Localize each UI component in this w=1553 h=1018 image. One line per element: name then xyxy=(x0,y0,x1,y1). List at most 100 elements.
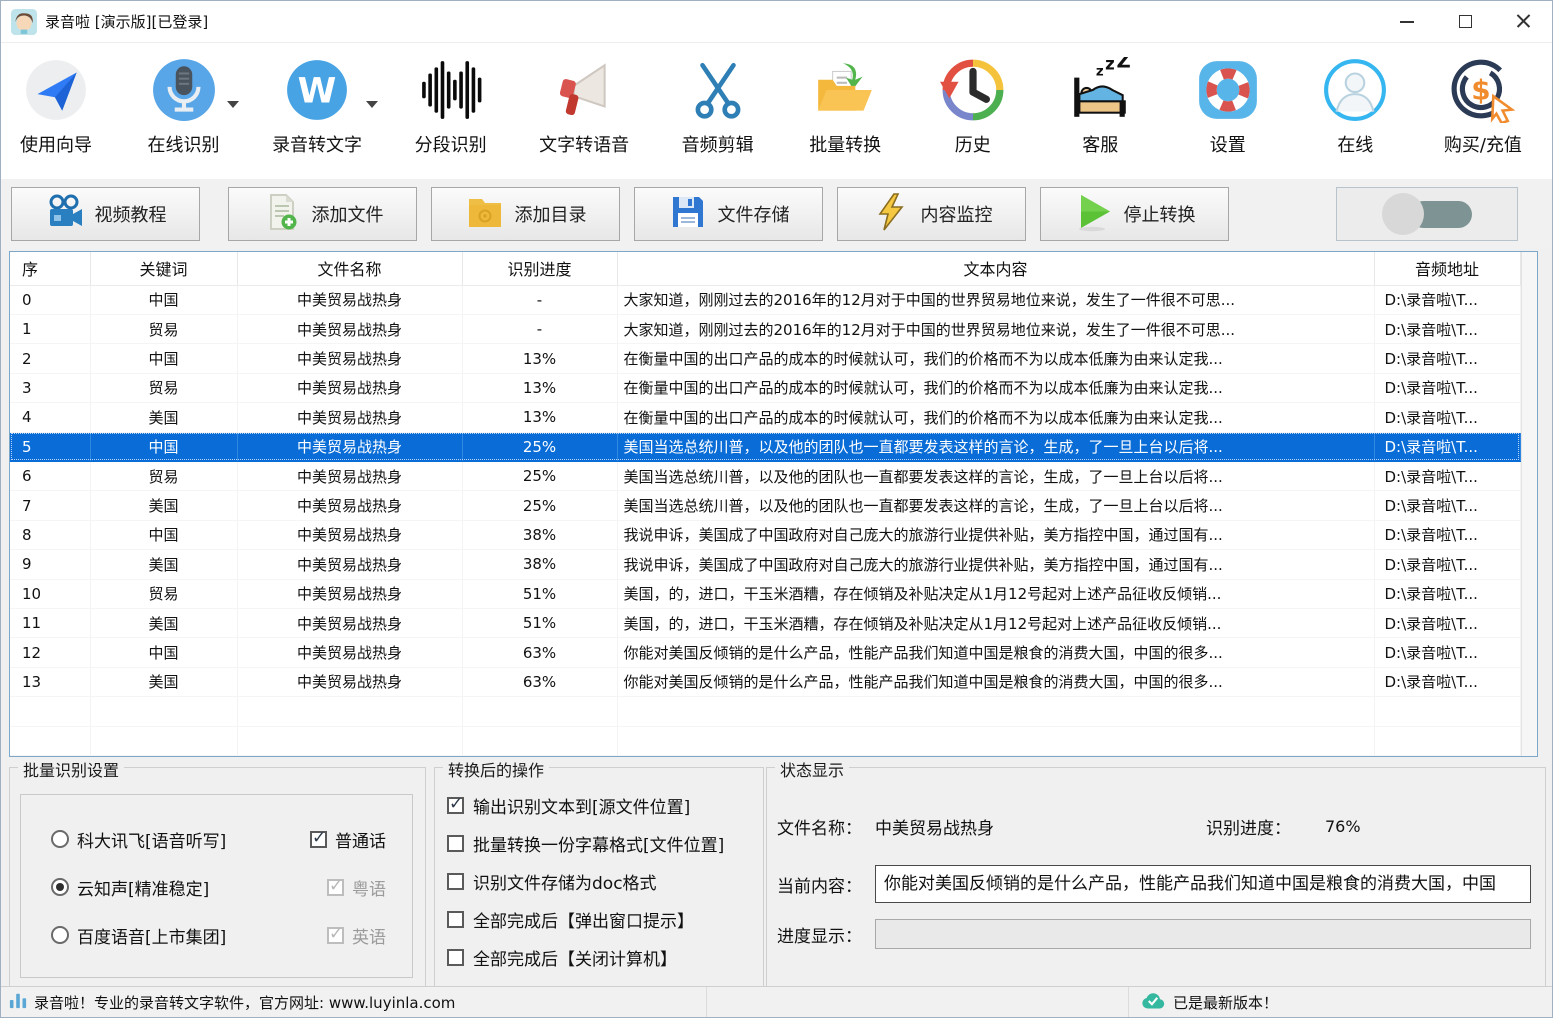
language-checkbox-2: 英语 xyxy=(327,923,386,948)
w-badge-icon: W xyxy=(284,49,350,131)
table-row-empty xyxy=(10,696,1521,727)
table-row[interactable]: 9 美国 中美贸易战热身 38% 我说申诉，美国成了中国政府对自己庞大的旅游行业提供补贴… xyxy=(10,549,1521,580)
table-cell: 中美贸易战热身 xyxy=(237,549,463,580)
language-checkbox-0[interactable]: 普通话 xyxy=(310,827,386,852)
statusbar-left: 录音啦！专业的录音转文字软件，官方网址: www.luyinla.com xyxy=(1,987,707,1017)
table-cell: 贸易 xyxy=(90,461,238,492)
checkbox-icon xyxy=(447,794,464,814)
paper-plane-icon xyxy=(23,49,89,131)
toolbar-item-text-to-speech[interactable]: 文字转语音 xyxy=(539,49,629,179)
stop-convert-button[interactable]: 停止转换 xyxy=(1040,187,1229,241)
col-header-index[interactable]: 序 xyxy=(10,252,91,286)
table-row[interactable]: 2 中国 中美贸易战热身 13% 在衡量中国的出口产品的成本的时候就认可，我们的价格而不… xyxy=(10,343,1521,374)
table-row[interactable]: 0 中国 中美贸易战热身 - 大家知道，刚刚过去的2016年的12月对于中国的世界贸易地… xyxy=(10,285,1521,315)
engine-radio-0[interactable]: 科大讯飞[语音听写] xyxy=(51,827,226,852)
post-action-checkbox-4[interactable]: 全部完成后【关闭计算机】 xyxy=(447,938,763,976)
toolbar-item-buy[interactable]: $ 购买/充值 xyxy=(1444,49,1522,179)
table-cell xyxy=(90,696,238,727)
table-cell: D:\录音啦\T... xyxy=(1374,461,1521,492)
table-cell: 10 xyxy=(10,579,91,609)
minimize-button[interactable] xyxy=(1378,1,1436,42)
post-action-label: 输出识别文本到[源文件位置] xyxy=(473,797,691,818)
content-monitor-button[interactable]: 内容监控 xyxy=(837,187,1026,241)
table-row[interactable]: 1 贸易 中美贸易战热身 - 大家知道，刚刚过去的2016年的12月对于中国的世界贸易地… xyxy=(10,314,1521,345)
video-tutorial-button[interactable]: 视频教程 xyxy=(11,187,200,241)
post-action-label: 识别文件存储为doc格式 xyxy=(473,873,657,894)
post-action-label: 全部完成后【弹出窗口提示】 xyxy=(473,911,694,932)
current-content-label: 当前内容： xyxy=(777,876,862,897)
close-button[interactable] xyxy=(1494,1,1552,42)
add-file-button[interactable]: 添加文件 xyxy=(228,187,417,241)
table-row[interactable]: 11 美国 中美贸易战热身 51% 美国，的，进口，干玉米酒糟，存在倾销及补贴决定从1月… xyxy=(10,608,1521,639)
table-cell: 25% xyxy=(462,490,618,521)
toolbar-item-service[interactable]: zzZ 客服 xyxy=(1061,49,1139,179)
toolbar-item-history[interactable]: 历史 xyxy=(934,49,1012,179)
post-action-checkbox-1[interactable]: 批量转换一份字幕格式[文件位置] xyxy=(447,824,763,862)
play-triangle-icon xyxy=(1074,192,1114,237)
table-row[interactable]: 4 美国 中美贸易战热身 13% 在衡量中国的出口产品的成本的时候就认可，我们的价格而不… xyxy=(10,402,1521,433)
table-cell: 63% xyxy=(462,637,618,668)
file-storage-button[interactable]: 文件存储 xyxy=(634,187,823,241)
language-label: 普通话 xyxy=(335,831,386,852)
engine-radio-2[interactable]: 百度语音[上市集团] xyxy=(51,923,226,948)
maximize-button[interactable] xyxy=(1436,1,1494,42)
engine-label: 百度语音[上市集团] xyxy=(77,927,227,948)
toolbar-item-settings[interactable]: 设置 xyxy=(1189,49,1267,179)
checkbox-icon xyxy=(327,924,344,944)
dollar-recharge-icon: $ xyxy=(1450,49,1516,131)
app-window: 录音啦 [演示版][已登录] 使用向导 在线识别 W 录音转文字 分段识别 文字… xyxy=(0,0,1553,1018)
toolbar-item-online-user[interactable]: 在线 xyxy=(1316,49,1394,179)
toolbar-item-segment-recognition[interactable]: 分段识别 xyxy=(412,49,490,179)
table-row[interactable]: 13 美国 中美贸易战热身 63% 你能对美国反倾销的是什么产品，性能产品我们知道中国是… xyxy=(10,667,1521,698)
table-row[interactable]: 3 贸易 中美贸易战热身 13% 在衡量中国的出口产品的成本的时候就认可，我们的价格而不… xyxy=(10,373,1521,404)
col-header-progress[interactable]: 识别进度 xyxy=(462,252,618,286)
record-toggle[interactable] xyxy=(1336,187,1518,241)
table-row[interactable]: 5 中国 中美贸易战热身 25% 美国当选总统川普，以及他的团队也一直都要发表这样的言论… xyxy=(10,432,1521,462)
chevron-down-icon[interactable] xyxy=(366,101,379,108)
table-row[interactable]: 12 中国 中美贸易战热身 63% 你能对美国反倾销的是什么产品，性能产品我们知道中国是… xyxy=(10,637,1521,668)
toolbar-item-online-recognition[interactable]: 在线识别 xyxy=(145,49,239,179)
table-cell xyxy=(10,726,91,757)
engine-radio-1[interactable]: 云知声[精准稳定] xyxy=(51,875,209,900)
toolbar-item-recording-to-text[interactable]: W 录音转文字 xyxy=(272,49,379,179)
table-scrollbar[interactable] xyxy=(1520,252,1537,756)
titlebar: 录音啦 [演示版][已登录] xyxy=(1,1,1552,43)
post-action-checkbox-3[interactable]: 全部完成后【弹出窗口提示】 xyxy=(447,900,763,938)
col-header-filename[interactable]: 文件名称 xyxy=(237,252,463,286)
col-header-text[interactable]: 文本内容 xyxy=(617,252,1375,286)
svg-text:W: W xyxy=(298,70,337,111)
col-header-keyword[interactable]: 关键词 xyxy=(90,252,238,286)
history-clock-icon xyxy=(939,49,1006,131)
table-row[interactable]: 10 贸易 中美贸易战热身 51% 美国，的，进口，干玉米酒糟，存在倾销及补贴决定从1月… xyxy=(10,579,1521,609)
add-directory-button[interactable]: 添加目录 xyxy=(431,187,620,241)
toolbar-item-audio-edit[interactable]: 音频剪辑 xyxy=(679,49,757,179)
engine-row: 百度语音[上市集团] 英语 xyxy=(51,911,386,959)
table-cell: 美国 xyxy=(90,667,238,698)
table-row[interactable]: 7 美国 中美贸易战热身 25% 美国当选总统川普，以及他的团队也一直都要发表这样的言论… xyxy=(10,490,1521,521)
toolbar-item-wizard[interactable]: 使用向导 xyxy=(17,49,95,179)
post-action-checkbox-0[interactable]: 输出识别文本到[源文件位置] xyxy=(447,786,763,824)
lifebuoy-icon xyxy=(1195,49,1261,131)
checkbox-icon xyxy=(447,872,464,890)
table-cell: D:\录音啦\T... xyxy=(1374,402,1521,433)
table-cell: 中美贸易战热身 xyxy=(237,579,463,609)
chevron-down-icon[interactable] xyxy=(226,101,239,108)
table-cell: 你能对美国反倾销的是什么产品，性能产品我们知道中国是粮食的消费大国，中国的很多.… xyxy=(617,637,1375,668)
group-title: 转换后的操作 xyxy=(443,757,550,781)
engine-row: 科大讯飞[语音听写] 普通话 xyxy=(51,815,386,863)
table-cell: 中国 xyxy=(90,520,238,551)
statusbar-right: 已是最新版本！ xyxy=(1129,987,1552,1017)
table-row[interactable]: 6 贸易 中美贸易战热身 25% 美国当选总统川普，以及他的团队也一直都要发表这样的言论… xyxy=(10,461,1521,492)
cloud-check-icon xyxy=(1141,992,1165,1013)
table-cell: - xyxy=(462,314,618,345)
table-cell: D:\录音啦\T... xyxy=(1374,520,1521,551)
table-cell: 中美贸易战热身 xyxy=(237,373,463,404)
table-cell: D:\录音啦\T... xyxy=(1374,549,1521,580)
table-cell: 在衡量中国的出口产品的成本的时候就认可，我们的价格而不为以成本低廉为由来认定我.… xyxy=(617,373,1375,404)
col-header-address[interactable]: 音频地址 xyxy=(1374,252,1521,286)
toolbar-item-batch-convert[interactable]: 批量转换 xyxy=(806,49,884,179)
video-camera-icon xyxy=(45,192,85,237)
floppy-disk-icon xyxy=(668,192,708,237)
post-action-checkbox-2[interactable]: 识别文件存储为doc格式 xyxy=(447,862,763,900)
table-row[interactable]: 8 中国 中美贸易战热身 38% 我说申诉，美国成了中国政府对自己庞大的旅游行业提供补贴… xyxy=(10,520,1521,551)
